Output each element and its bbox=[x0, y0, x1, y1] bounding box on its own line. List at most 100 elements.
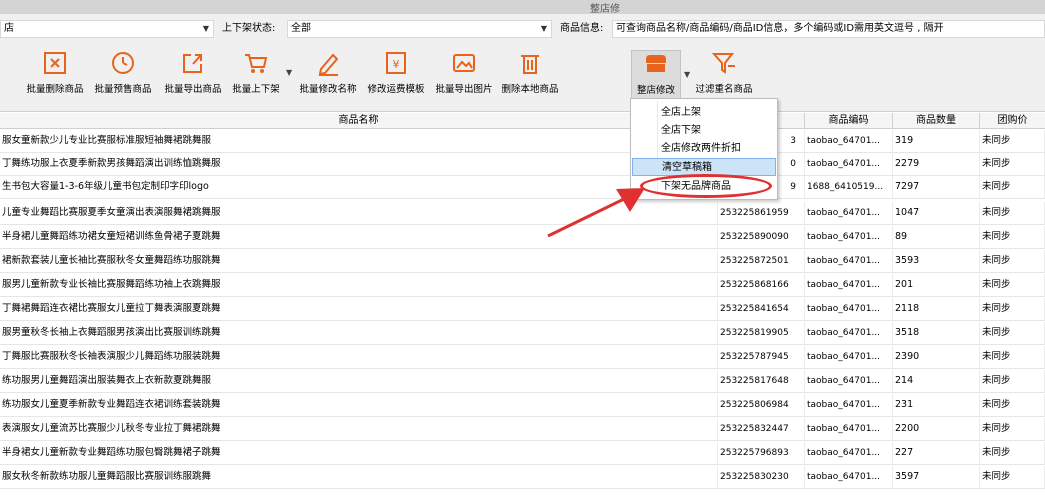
column-header-code[interactable]: 商品编码 bbox=[805, 113, 893, 129]
cell-name: 服男儿童新款专业长袖比赛服舞蹈练功袖上衣跳舞服 bbox=[0, 274, 718, 296]
table-row[interactable]: 服男童秋冬长袖上衣舞蹈服男孩演出比赛服训练跳舞 253225819905 taoba… bbox=[0, 322, 1045, 345]
export-image-icon bbox=[453, 54, 475, 72]
table-row[interactable]: 服女童新款少儿专业比赛服标准服短袖舞裙跳舞服 3 taobao_64701... 31… bbox=[0, 130, 1045, 153]
cell-qty: 3597 bbox=[893, 466, 980, 488]
table-header: 商品名称 商品编码 商品数量 团购价 bbox=[0, 113, 1045, 129]
cell-code: taobao_64701... bbox=[805, 370, 893, 392]
cell-group-price: 未同步 bbox=[980, 250, 1045, 272]
shop-select-value: 店 bbox=[4, 23, 14, 34]
cell-group-price: 未同步 bbox=[980, 394, 1045, 416]
filter-icon bbox=[711, 53, 735, 74]
cell-code: taobao_64701... bbox=[805, 466, 893, 488]
title-bar: 整店修 bbox=[0, 0, 1045, 15]
cell-group-price: 未同步 bbox=[980, 153, 1045, 175]
cell-name: 练功服男儿童舞蹈演出服装舞衣上衣新款夏跳舞服 bbox=[0, 370, 718, 392]
table-row[interactable]: 丁舞服比赛服秋冬长袖表演服少儿舞蹈练功服装跳舞 253225787945 taoba… bbox=[0, 346, 1045, 369]
menu-item-shop-off-shelf[interactable]: 全店下架 bbox=[661, 122, 701, 140]
cell-group-price: 未同步 bbox=[980, 298, 1045, 320]
chevron-down-icon: ▼ bbox=[684, 70, 691, 79]
cell-code: taobao_64701... bbox=[805, 202, 893, 224]
batch-rename-button[interactable]: 批量修改名称 bbox=[294, 50, 362, 100]
tool-label: 删除本地商品 bbox=[501, 84, 559, 95]
cell-qty: 89 bbox=[893, 226, 980, 248]
pencil-icon bbox=[318, 53, 339, 76]
cell-group-price: 未同步 bbox=[980, 202, 1045, 224]
tool-label: 批量上下架 bbox=[232, 84, 280, 95]
cell-code: taobao_64701... bbox=[805, 153, 893, 175]
cell-code: taobao_64701... bbox=[805, 346, 893, 368]
cell-code: 1688_6410519... bbox=[805, 176, 893, 198]
table-row[interactable]: 服女秋冬新款练功服儿童舞蹈服比赛服训练服跳舞 253225830230 taobao… bbox=[0, 466, 1045, 489]
table-row[interactable]: 练功服男儿童舞蹈演出服装舞衣上衣新款夏跳舞服 253225817648 taobao… bbox=[0, 370, 1045, 393]
product-table: 服女童新款少儿专业比赛服标准服短袖舞裙跳舞服 3 taobao_64701... 31… bbox=[0, 130, 1045, 502]
table-row[interactable]: 儿童专业舞蹈比赛服夏季女童演出表演服舞裙跳舞服 253225861959 taoba… bbox=[0, 202, 1045, 225]
cell-group-price: 未同步 bbox=[980, 130, 1045, 152]
batch-presale-button[interactable]: 批量预售商品 bbox=[88, 50, 158, 100]
table-row[interactable]: 丁舞练功服上衣夏季新款男孩舞蹈演出训练恤跳舞服 0 taobao_64701... 2… bbox=[0, 153, 1045, 176]
cell-code: taobao_64701... bbox=[805, 130, 893, 152]
search-placeholder: 可查询商品名称/商品编码/商品ID信息，多个编码或ID需用英文逗号 , 隔开 bbox=[616, 23, 944, 34]
cell-name: 丁舞裙舞蹈连衣裙比赛服女儿童拉丁舞表演服夏跳舞 bbox=[0, 298, 718, 320]
shop-select[interactable]: 店 ▼ bbox=[0, 20, 214, 38]
export-icon bbox=[183, 54, 202, 73]
cart-icon bbox=[245, 54, 268, 73]
search-input[interactable]: 可查询商品名称/商品编码/商品ID信息，多个编码或ID需用英文逗号 , 隔开 bbox=[612, 20, 1045, 38]
status-select[interactable]: 全部 ▼ bbox=[287, 20, 552, 38]
cell-qty: 7297 bbox=[893, 176, 980, 198]
table-row[interactable]: 表演服女儿童流苏比赛服少儿秋冬专业拉丁舞裙跳舞 253225832447 taoba… bbox=[0, 418, 1045, 441]
delete-local-button[interactable]: 删除本地商品 bbox=[497, 50, 563, 100]
cell-name: 半身裙儿童舞蹈练功裙女童短裙训练鱼骨裙子夏跳舞 bbox=[0, 226, 718, 248]
cell-name: 丁舞练功服上衣夏季新款男孩舞蹈演出训练恤跳舞服 bbox=[0, 153, 718, 175]
cell-group-price: 未同步 bbox=[980, 418, 1045, 440]
table-row[interactable]: 丁舞裙舞蹈连衣裙比赛服女儿童拉丁舞表演服夏跳舞 253225841654 taoba… bbox=[0, 298, 1045, 321]
cell-code: taobao_64701... bbox=[805, 274, 893, 296]
cell-qty: 231 bbox=[893, 394, 980, 416]
tool-label: 整店修改 bbox=[636, 85, 675, 96]
table-row[interactable]: 半身裙女儿童新款专业舞蹈练功服包臀跳舞裙子跳舞 253225796893 taoba… bbox=[0, 442, 1045, 465]
table-row[interactable]: 服男儿童新款专业长袖比赛服舞蹈练功袖上衣跳舞服 253225868166 taoba… bbox=[0, 274, 1045, 297]
cell-group-price: 未同步 bbox=[980, 370, 1045, 392]
trash-icon bbox=[521, 55, 539, 74]
table-row[interactable]: 裙新款套装儿童长袖比赛服秋冬女童舞蹈练功服跳舞 253225872501 taoba… bbox=[0, 250, 1045, 273]
cell-code: taobao_64701... bbox=[805, 442, 893, 464]
batch-export-button[interactable]: 批量导出商品 bbox=[158, 50, 228, 100]
whole-shop-edit-button[interactable]: 整店修改 bbox=[631, 50, 681, 100]
cell-id: 253225787945 bbox=[718, 346, 805, 368]
cell-name: 裙新款套装儿童长袖比赛服秋冬女童舞蹈练功服跳舞 bbox=[0, 250, 718, 272]
window-title: 整店修 bbox=[590, 4, 620, 15]
cell-name: 服男童秋冬长袖上衣舞蹈服男孩演出比赛服训练跳舞 bbox=[0, 322, 718, 344]
cell-id: 253225830230 bbox=[718, 466, 805, 488]
cell-qty: 3593 bbox=[893, 250, 980, 272]
cell-name: 生书包大容量1-3-6年级儿童书包定制印字印logo bbox=[0, 176, 718, 198]
batch-export-image-button[interactable]: 批量导出图片 bbox=[430, 50, 498, 100]
table-row[interactable]: 生书包大容量1-3-6年级儿童书包定制印字印logo 9 1688_6410519.… bbox=[0, 176, 1045, 199]
cell-name: 服女童新款少儿专业比赛服标准服短袖舞裙跳舞服 bbox=[0, 130, 718, 152]
cell-name: 丁舞服比赛服秋冬长袖表演服少儿舞蹈练功服装跳舞 bbox=[0, 346, 718, 368]
column-header-group-price[interactable]: 团购价 bbox=[980, 113, 1045, 129]
menu-item-two-piece-discount[interactable]: 全店修改两件折扣 bbox=[661, 140, 741, 158]
cell-group-price: 未同步 bbox=[980, 322, 1045, 344]
column-header-name[interactable]: 商品名称 bbox=[0, 113, 718, 129]
cell-qty: 3518 bbox=[893, 322, 980, 344]
cell-id: 253225841654 bbox=[718, 298, 805, 320]
table-row[interactable]: 练功服女儿童夏季新款专业舞蹈连衣裙训练套装跳舞 253225806984 taoba… bbox=[0, 394, 1045, 417]
cell-qty: 2118 bbox=[893, 298, 980, 320]
cell-qty: 2200 bbox=[893, 418, 980, 440]
cell-qty: 2390 bbox=[893, 346, 980, 368]
cell-group-price: 未同步 bbox=[980, 274, 1045, 296]
cell-id: 253225817648 bbox=[718, 370, 805, 392]
cell-code: taobao_64701... bbox=[805, 298, 893, 320]
cell-id: 253225872501 bbox=[718, 250, 805, 272]
tool-label: 修改运费模板 bbox=[367, 84, 425, 95]
freight-template-button[interactable]: ¥ 修改运费模板 bbox=[362, 50, 430, 100]
batch-delete-button[interactable]: 批量删除商品 bbox=[20, 50, 90, 100]
cell-name: 表演服女儿童流苏比赛服少儿秋冬专业拉丁舞裙跳舞 bbox=[0, 418, 718, 440]
column-header-qty[interactable]: 商品数量 bbox=[893, 113, 980, 129]
cell-code: taobao_64701... bbox=[805, 250, 893, 272]
menu-item-shop-on-shelf[interactable]: 全店上架 bbox=[661, 104, 701, 122]
batch-onoff-shelf-button[interactable]: 批量上下架 bbox=[226, 50, 286, 100]
filter-duplicate-button[interactable]: 过滤重名商品 bbox=[692, 50, 756, 100]
cell-id: 253225890090 bbox=[718, 226, 805, 248]
tool-label: 批量修改名称 bbox=[299, 84, 357, 95]
table-row[interactable]: 半身裙儿童舞蹈练功裙女童短裙训练鱼骨裙子夏跳舞 253225890090 taoba… bbox=[0, 226, 1045, 249]
